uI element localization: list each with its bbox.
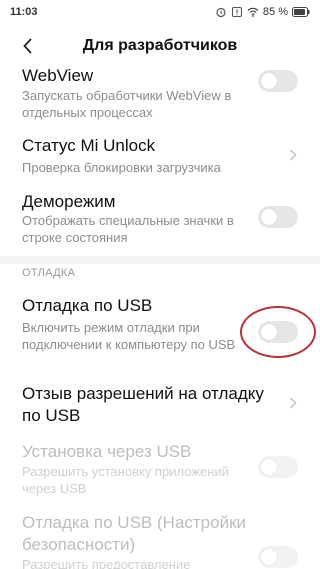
highlight-circle [240, 306, 316, 358]
setting-subtitle: Включить режим отладки при подключении к… [22, 320, 236, 352]
chevron-right-icon [290, 397, 297, 409]
install-via-usb-toggle[interactable] [258, 456, 298, 478]
setting-subtitle: Отображать специальные значки в строке с… [22, 213, 234, 245]
wifi-icon [247, 7, 259, 17]
setting-subtitle: Запускать обработчики WebView в отдельны… [22, 88, 232, 120]
setting-install-via-usb[interactable]: Установка через USB Разрешить установку … [0, 438, 320, 500]
setting-subtitle: Проверка блокировки загрузчика [22, 160, 221, 175]
setting-subtitle: Разрешить предоставление [22, 557, 191, 569]
battery-icon [292, 7, 310, 17]
setting-title: Статус Mi Unlock [22, 136, 156, 155]
setting-title: Отладка по USB (Настройки безопасности) [22, 513, 246, 554]
setting-demo-mode[interactable]: Деморежим Отображать специальные значки … [0, 186, 320, 252]
status-icons: 85 % [215, 6, 310, 18]
setting-usb-debugging-security[interactable]: Отладка по USB (Настройки безопасности) … [0, 510, 320, 569]
status-time: 11:03 [10, 6, 38, 18]
page-title: Для разработчиков [82, 37, 238, 54]
setting-title: WebView [22, 66, 94, 85]
status-bar: 11:03 85 % [0, 0, 320, 24]
usb-security-toggle[interactable] [258, 546, 298, 568]
setting-title: Деморежим [22, 192, 116, 211]
alarm-icon [216, 7, 226, 18]
battery-percent: 85 % [262, 6, 288, 18]
demo-mode-toggle[interactable] [258, 206, 298, 228]
section-divider [0, 256, 320, 264]
webview-toggle[interactable] [258, 70, 298, 92]
warning-icon [231, 6, 242, 18]
setting-subtitle: Разрешить установку приложений через USB [22, 464, 229, 496]
setting-revoke-usb-authorizations[interactable]: Отзыв разрешений на отладку по USB [0, 380, 320, 430]
setting-title: Установка через USB [22, 442, 192, 461]
setting-mi-unlock[interactable]: Статус Mi Unlock Проверка блокировки заг… [0, 130, 320, 182]
chevron-right-icon [290, 149, 297, 161]
section-label-debug: ОТЛАДКА [22, 267, 76, 279]
setting-title: Отладка по USB [22, 296, 153, 315]
setting-title: Отзыв разрешений на отладку по USB [22, 384, 264, 425]
setting-webview[interactable]: WebView Запускать обработчики WebView в … [0, 62, 320, 128]
